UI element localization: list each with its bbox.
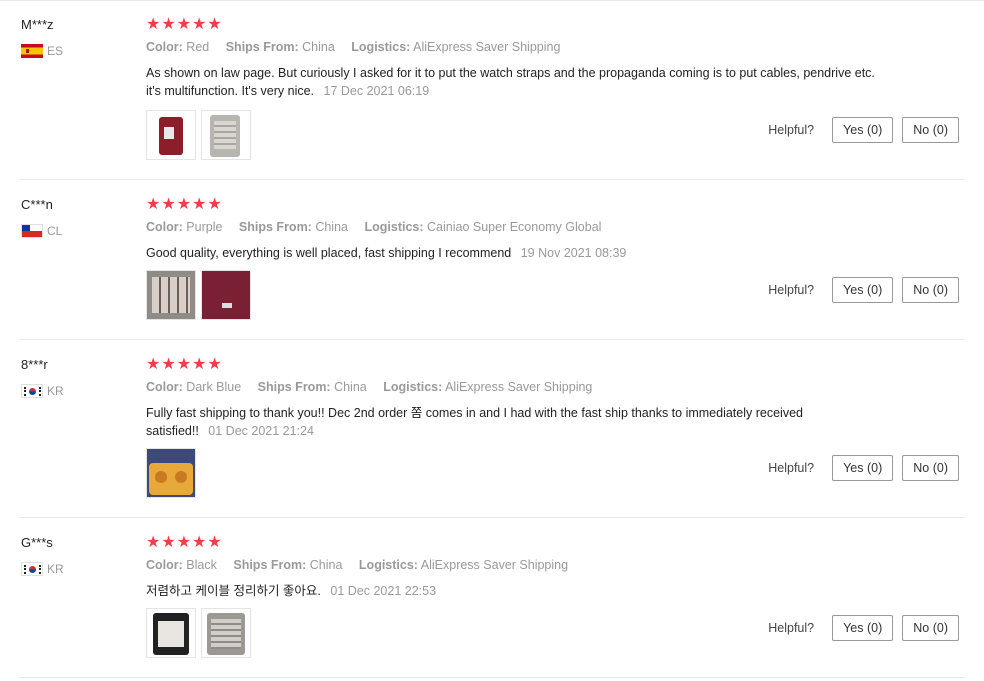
- review-body: As shown on law page. But curiously I as…: [146, 66, 875, 98]
- review-body: Good quality, everything is well placed,…: [146, 246, 512, 260]
- color-label: Color:: [146, 380, 183, 394]
- reviewer-name: M***z: [21, 17, 54, 32]
- helpful-yes-button[interactable]: Yes (0): [832, 117, 894, 143]
- reviewer-country: CL: [21, 223, 62, 239]
- order-info: Color: Purple Ships From: China Logistic…: [146, 220, 601, 234]
- review-date: 19 Nov 2021 08:39: [520, 246, 627, 260]
- reviewer-country: ES: [21, 43, 63, 59]
- country-code: ES: [47, 44, 64, 58]
- reviewer-country: KR: [21, 561, 64, 577]
- review-photo-thumbnail[interactable]: [201, 270, 251, 320]
- review-item: 8***r KR ★★★★★ Color: Dark Blue Ships Fr…: [0, 340, 984, 518]
- review-photo-thumbnail[interactable]: [146, 608, 196, 658]
- helpful-vote: Helpful? Yes (0) No (0): [768, 117, 959, 143]
- chile-flag-icon: [21, 224, 43, 238]
- review-photo-thumbnail[interactable]: [146, 448, 196, 498]
- review-date: 01 Dec 2021 22:53: [330, 584, 437, 598]
- logistics-label: Logistics:: [358, 558, 418, 572]
- star-rating: ★★★★★: [146, 16, 223, 33]
- helpful-no-button[interactable]: No (0): [902, 277, 959, 303]
- reviewer-name: G***s: [21, 535, 53, 550]
- helpful-label: Helpful?: [768, 123, 815, 137]
- review-text: As shown on law page. But curiously I as…: [146, 64, 876, 100]
- country-code: KR: [47, 384, 64, 398]
- review-item: C***n CL ★★★★★ Color: Purple Ships From:…: [0, 180, 984, 340]
- ships-from-label: Ships From:: [225, 40, 299, 54]
- review-item: M***z ES ★★★★★ Color: Red Ships From: Ch…: [0, 0, 984, 180]
- logistics-value: AliExpress Saver Shipping: [420, 558, 569, 572]
- review-photos: [146, 608, 251, 658]
- ships-from-value: China: [309, 558, 343, 572]
- logistics-label: Logistics:: [383, 380, 443, 394]
- logistics-label: Logistics:: [364, 220, 424, 234]
- reviewer-name: 8***r: [21, 357, 48, 372]
- review-item: G***s KR ★★★★★ Color: Black Ships From: …: [0, 518, 984, 678]
- logistics-label: Logistics:: [351, 40, 411, 54]
- color-label: Color:: [146, 220, 183, 234]
- helpful-no-button[interactable]: No (0): [902, 455, 959, 481]
- color-label: Color:: [146, 40, 183, 54]
- country-code: CL: [47, 224, 63, 238]
- order-info: Color: Red Ships From: China Logistics: …: [146, 40, 560, 54]
- review-photos: [146, 448, 196, 498]
- review-date: 01 Dec 2021 21:24: [208, 424, 314, 438]
- korea-flag-icon: [21, 562, 43, 576]
- star-rating: ★★★★★: [146, 356, 223, 373]
- reviewer-name: C***n: [21, 197, 53, 212]
- review-text: 저렴하고 케이블 정리하기 좋아요. 01 Dec 2021 22:53: [146, 582, 876, 600]
- review-photo-thumbnail[interactable]: [201, 110, 251, 160]
- logistics-value: AliExpress Saver Shipping: [413, 40, 561, 54]
- review-photo-thumbnail[interactable]: [201, 608, 251, 658]
- review-photos: [146, 110, 251, 160]
- helpful-yes-button[interactable]: Yes (0): [832, 615, 894, 641]
- spain-flag-icon: [21, 44, 43, 58]
- review-photo-thumbnail[interactable]: [146, 110, 196, 160]
- review-photos: [146, 270, 251, 320]
- helpful-label: Helpful?: [768, 461, 815, 475]
- star-rating: ★★★★★: [146, 534, 223, 551]
- review-body: 저렴하고 케이블 정리하기 좋아요.: [146, 584, 321, 598]
- review-text: Fully fast shipping to thank you!! Dec 2…: [146, 404, 826, 440]
- helpful-label: Helpful?: [768, 621, 815, 635]
- star-rating: ★★★★★: [146, 196, 223, 213]
- order-info: Color: Black Ships From: China Logistics…: [146, 558, 568, 572]
- helpful-vote: Helpful? Yes (0) No (0): [768, 455, 959, 481]
- helpful-yes-button[interactable]: Yes (0): [832, 455, 894, 481]
- review-date: 17 Dec 2021 06:19: [323, 84, 430, 98]
- color-value: Red: [186, 40, 210, 54]
- ships-from-label: Ships From:: [238, 220, 312, 234]
- ships-from-label: Ships From:: [233, 558, 307, 572]
- helpful-no-button[interactable]: No (0): [902, 117, 959, 143]
- ships-from-label: Ships From:: [257, 380, 331, 394]
- color-value: Purple: [186, 220, 223, 234]
- color-label: Color:: [146, 558, 183, 572]
- color-value: Black: [186, 558, 217, 572]
- country-code: KR: [47, 562, 64, 576]
- review-text: Good quality, everything is well placed,…: [146, 244, 876, 262]
- helpful-no-button[interactable]: No (0): [902, 615, 959, 641]
- logistics-value: AliExpress Saver Shipping: [445, 380, 593, 394]
- ships-from-value: China: [315, 220, 348, 234]
- logistics-value: Cainiao Super Economy Global: [427, 220, 602, 234]
- reviewer-country: KR: [21, 383, 64, 399]
- helpful-vote: Helpful? Yes (0) No (0): [768, 615, 959, 641]
- helpful-label: Helpful?: [768, 283, 815, 297]
- korea-flag-icon: [21, 384, 43, 398]
- order-info: Color: Dark Blue Ships From: China Logis…: [146, 380, 592, 394]
- ships-from-value: China: [302, 40, 335, 54]
- helpful-yes-button[interactable]: Yes (0): [832, 277, 894, 303]
- color-value: Dark Blue: [186, 380, 242, 394]
- helpful-vote: Helpful? Yes (0) No (0): [768, 277, 959, 303]
- ships-from-value: China: [334, 380, 367, 394]
- review-photo-thumbnail[interactable]: [146, 270, 196, 320]
- review-divider: [20, 677, 964, 678]
